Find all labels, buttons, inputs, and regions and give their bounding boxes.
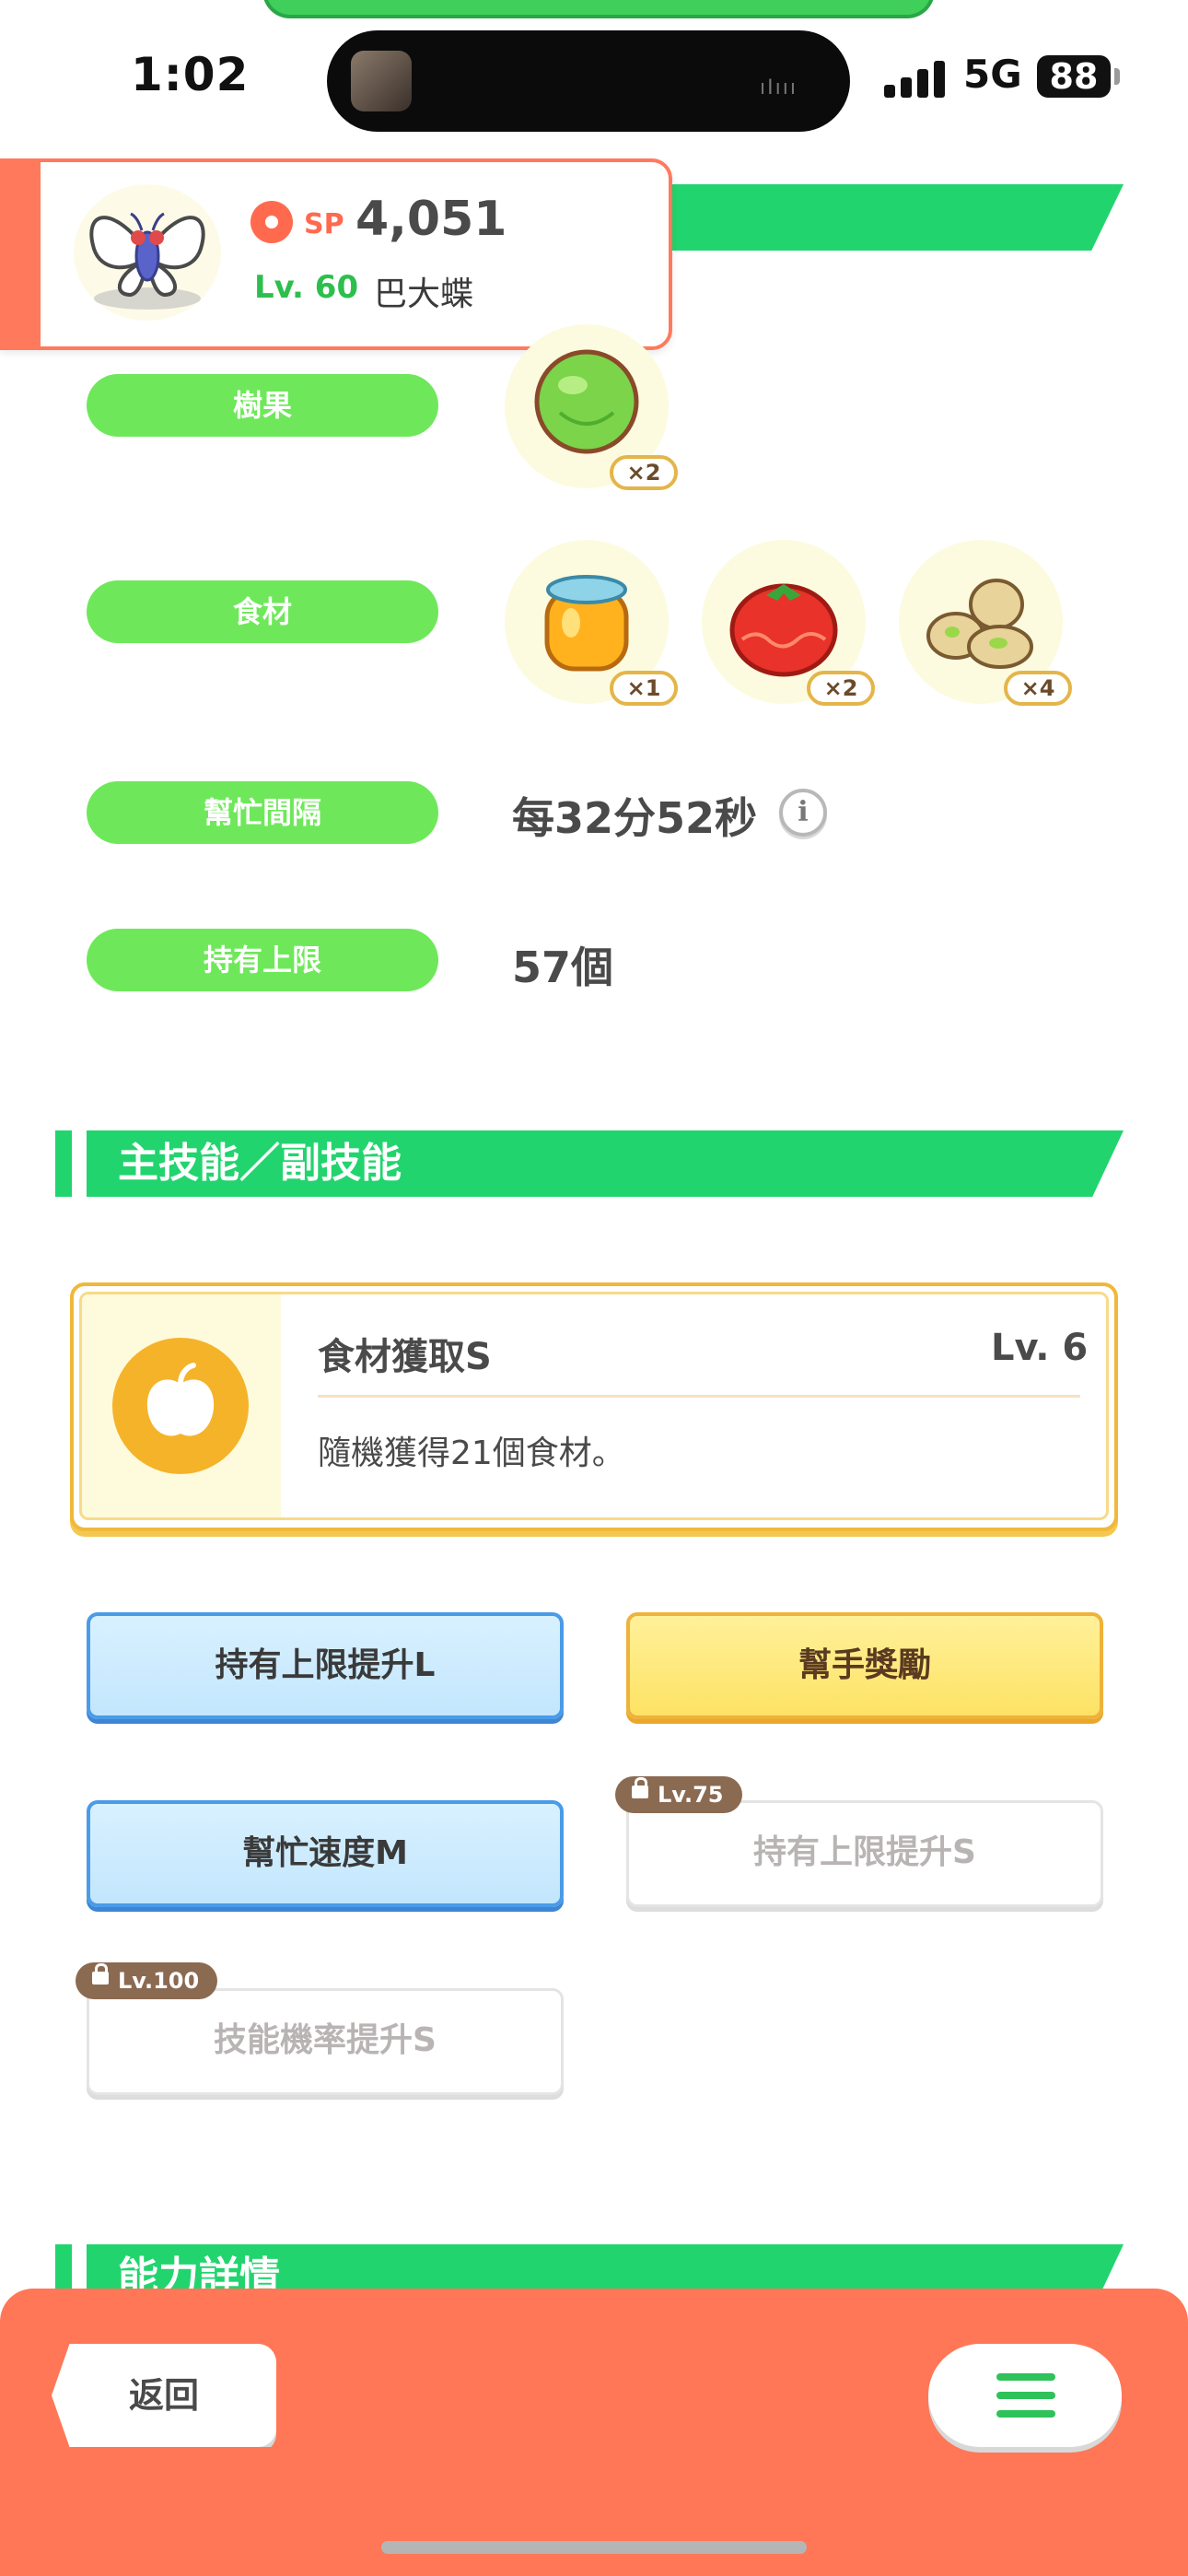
help-interval-label: 幫忙間隔 — [87, 781, 438, 844]
status-time: 1:02 — [131, 48, 250, 101]
apple-glyph — [146, 1363, 215, 1436]
pokemon-card-accent — [0, 158, 41, 350]
help-interval-value: 每32分52秒 — [512, 793, 758, 843]
battery-tip — [1114, 68, 1120, 85]
apple-icon — [112, 1338, 249, 1474]
sp-label: SP — [304, 208, 344, 240]
battery-icon: 88 — [1037, 55, 1111, 98]
sub-skill-5-locked[interactable]: 技能機率提升S — [87, 1988, 564, 2095]
main-skill-level: Lv. 6 — [991, 1327, 1089, 1369]
pokeball-icon — [250, 201, 293, 243]
butterfree-avatar — [74, 184, 221, 321]
top-banner-edge — [262, 0, 935, 18]
sp-value: 4,051 — [355, 192, 507, 247]
sub-skill-2[interactable]: 幫手獎勵 — [626, 1612, 1103, 1719]
sub-skill-4-locked[interactable]: 持有上限提升S — [626, 1800, 1103, 1907]
main-skill-divider — [318, 1395, 1080, 1398]
butterfree-icon — [89, 212, 205, 310]
pokemon-name: 巴大蝶 — [374, 275, 474, 313]
berry-count-badge: ×2 — [610, 455, 678, 490]
audio-wave-icon: ıIııı — [760, 76, 798, 100]
dynamic-island: ıIııı — [327, 30, 850, 132]
hamburger-menu-icon — [996, 2373, 1055, 2381]
unlock-level-text: Lv.100 — [118, 1968, 200, 1994]
skills-section-title: 主技能／副技能 — [118, 1140, 402, 1187]
unlock-level-text: Lv.75 — [658, 1782, 724, 1808]
capacity-value: 57個 — [512, 943, 614, 992]
capacity-label: 持有上限 — [87, 929, 438, 991]
berry-label: 樹果 — [87, 374, 438, 437]
back-button[interactable]: 返回 — [52, 2344, 276, 2447]
main-skill-name: 食材獲取S — [318, 1336, 492, 1378]
honey-count-badge: ×1 — [610, 671, 678, 706]
info-icon[interactable]: i — [779, 789, 827, 837]
lock-icon — [92, 1963, 109, 1985]
main-skill-description: 隨機獲得21個食材。 — [318, 1434, 625, 1472]
unlock-level-tag: Lv.100 — [76, 1962, 218, 1999]
sub-skill-3[interactable]: 幫忙速度M — [87, 1800, 564, 1907]
section-bar-stub — [55, 1130, 72, 1197]
signal-icon — [884, 59, 949, 98]
skills-section-bar: 主技能／副技能 — [87, 1130, 1124, 1197]
hamburger-line — [996, 2410, 1055, 2418]
beans-count-badge: ×4 — [1004, 671, 1072, 706]
pokemon-level: Lv. 60 — [254, 269, 359, 306]
network-type: 5G — [963, 52, 1022, 97]
hamburger-line — [996, 2392, 1055, 2399]
menu-button[interactable] — [928, 2344, 1122, 2447]
unlock-level-tag: Lv.75 — [615, 1776, 742, 1813]
lock-icon — [632, 1777, 648, 1798]
tomato-count-badge: ×2 — [807, 671, 875, 706]
ingredients-label: 食材 — [87, 580, 438, 643]
sub-skill-1[interactable]: 持有上限提升L — [87, 1612, 564, 1719]
now-playing-avatar — [351, 51, 412, 111]
home-indicator[interactable] — [381, 2541, 807, 2554]
